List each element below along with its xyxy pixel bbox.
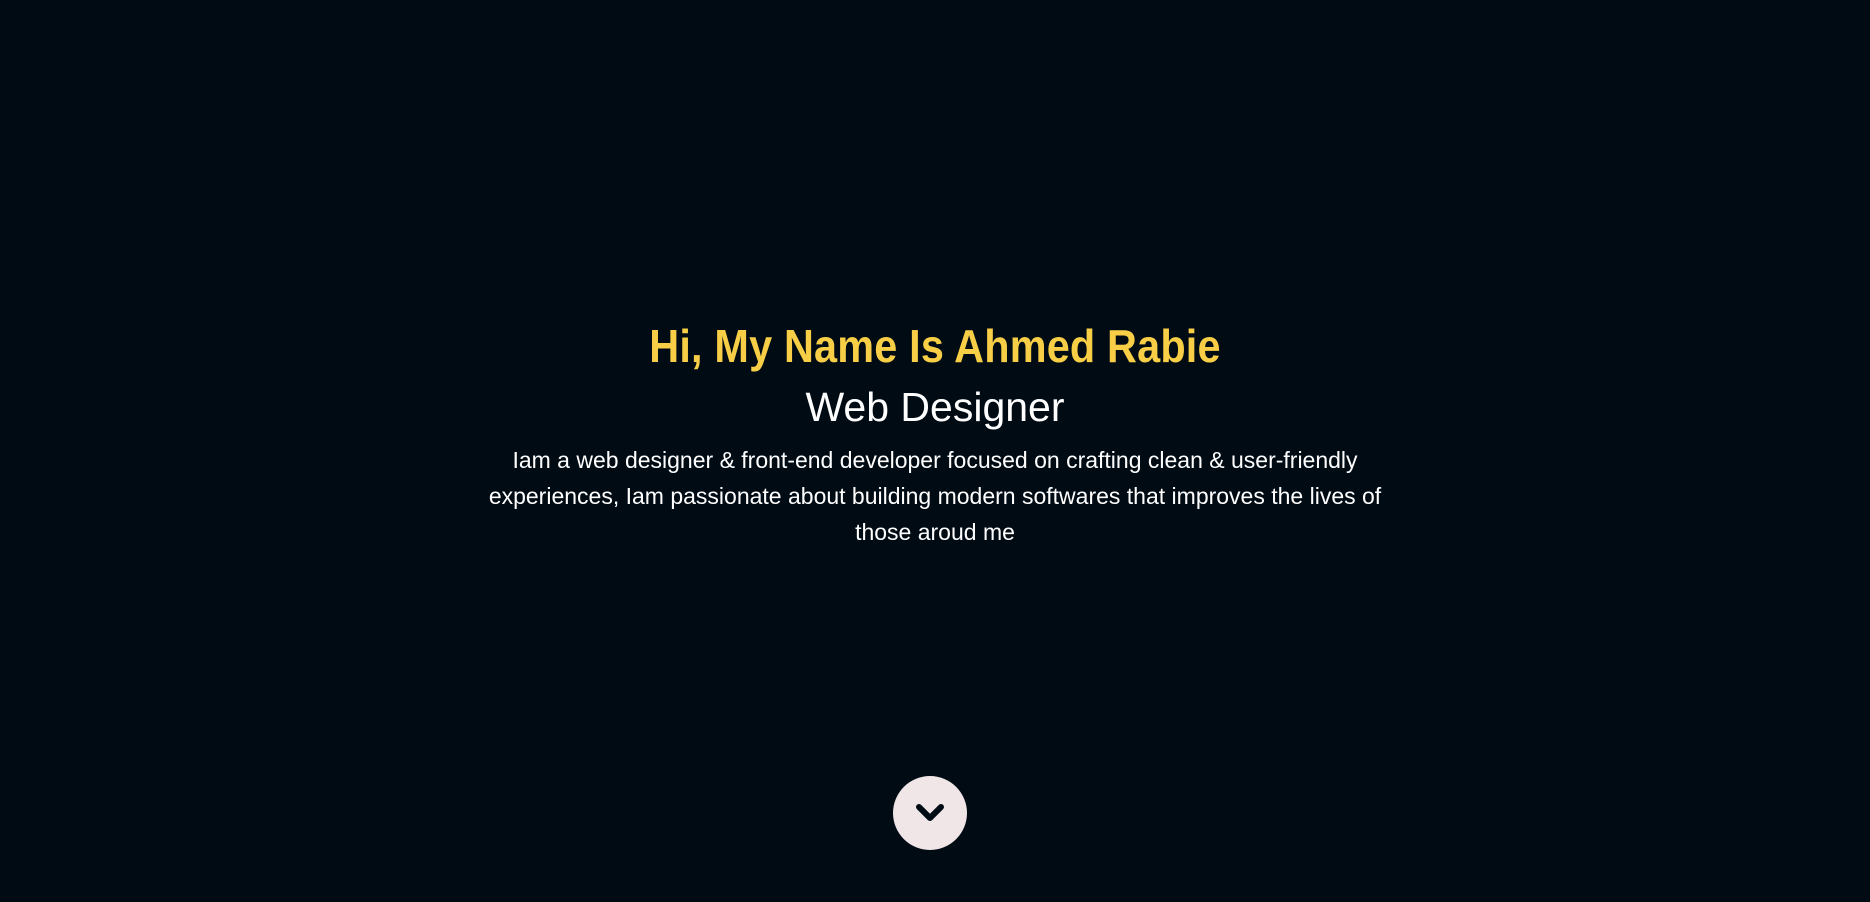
bio-paragraph: Iam a web designer & front-end developer…: [488, 447, 1382, 545]
intro-block: Hi, My Name Is Ahmed Rabie Web Designer …: [0, 318, 1870, 550]
greeting-heading: Hi, My Name Is Ahmed Rabie: [649, 320, 1221, 372]
chevron-down-icon: [916, 804, 944, 821]
hero-section: Hi, My Name Is Ahmed Rabie Web Designer …: [0, 0, 1870, 902]
scroll-down-button[interactable]: [893, 776, 967, 850]
role-subtitle: Web Designer: [805, 384, 1065, 430]
